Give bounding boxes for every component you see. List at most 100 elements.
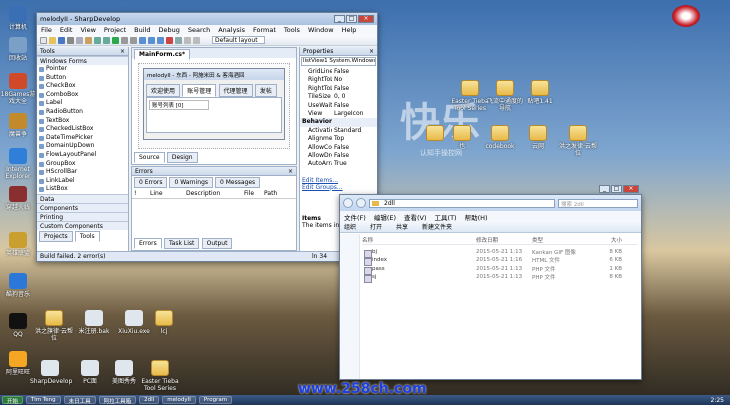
form-tab-proxy[interactable]: 代理管理 xyxy=(218,84,253,97)
property-value[interactable]: Standard xyxy=(332,127,361,135)
desktop-icon[interactable]: Internet Explorer xyxy=(0,148,38,180)
desktop-icon[interactable]: 洪之旗律·云帮位 xyxy=(34,310,74,342)
property-value[interactable]: False xyxy=(332,152,349,160)
desktop-icon[interactable]: 计算机 xyxy=(0,6,38,31)
explorer-menu-file[interactable]: 文件(F) xyxy=(344,212,366,222)
tools-category-data[interactable]: Data xyxy=(37,193,128,203)
new-folder-button[interactable]: 新建文件夹 xyxy=(422,222,452,231)
property-category-behavior[interactable]: Behavior xyxy=(300,118,377,127)
file-row[interactable]: sj 2015-05-21 1:13 PHP 文件 8 KB xyxy=(362,273,638,284)
bookmark-icon[interactable] xyxy=(166,36,173,44)
property-value[interactable]: 0, 0 xyxy=(332,93,345,101)
form-account-box[interactable]: 账号列表 [0] xyxy=(146,97,282,133)
file-row[interactable]: index 2015-05-21 1:16 HTML 文件 6 KB xyxy=(362,256,638,267)
property-value[interactable]: False xyxy=(332,68,349,76)
desktop-icon[interactable]: 18Games游戏大全 xyxy=(0,73,38,105)
explorer-menu-view[interactable]: 查看(V) xyxy=(404,212,427,222)
property-value[interactable]: False xyxy=(332,144,349,152)
desktop-icon[interactable]: 穿越火线 xyxy=(0,186,38,211)
panel-close-icon[interactable]: × xyxy=(120,48,125,55)
tab-task-list[interactable]: Task List xyxy=(164,238,200,249)
property-value[interactable]: Top xyxy=(332,135,344,143)
layout-select[interactable]: Default layout xyxy=(212,36,265,44)
desktop-icon[interactable]: 回收站 xyxy=(0,37,38,62)
minimize-button[interactable]: _ xyxy=(334,15,345,23)
form-tab-welcome[interactable]: 欢迎使用 xyxy=(146,84,181,97)
property-row[interactable]: AllowColunFalse xyxy=(300,144,377,152)
forward-button[interactable] xyxy=(356,198,366,208)
property-row[interactable]: AllowDropFalse xyxy=(300,152,377,160)
desktop-folder-icon[interactable]: 飞流中通度的导航 xyxy=(485,80,525,112)
sharpdevelop-window[interactable]: melodyII - SharpDevelop _ □ × File Edit … xyxy=(36,12,378,262)
open-icon[interactable] xyxy=(49,36,56,44)
property-row[interactable]: View LargeIcon xyxy=(300,110,377,118)
desktop-icon[interactable]: SharpDevelop xyxy=(30,360,72,385)
maximize-button[interactable]: □ xyxy=(346,15,357,23)
taskbar-item[interactable]: melodyII xyxy=(162,396,196,404)
desktop-folder-icon[interactable]: 洪之发律·云帮位 xyxy=(558,125,598,157)
organize-button[interactable]: 组织 xyxy=(344,222,356,231)
tool-item[interactable]: CheckedListBox xyxy=(37,125,128,134)
desktop-icon[interactable]: 英雄联盟 xyxy=(0,232,38,257)
errors-close-icon[interactable]: × xyxy=(288,168,293,175)
tools-category-components[interactable]: Components xyxy=(37,202,128,212)
open-button[interactable]: 打开 xyxy=(370,222,382,231)
menu-format[interactable]: Format xyxy=(253,26,276,34)
tab-projects[interactable]: Projects xyxy=(39,230,73,242)
explorer-menu-help[interactable]: 帮助(H) xyxy=(465,212,488,222)
desktop-folder-icon[interactable]: Easter Tieba Tool Series xyxy=(450,80,490,112)
taskbar-item[interactable]: 2dll xyxy=(139,396,160,404)
tool-item[interactable]: GroupBox xyxy=(37,160,128,169)
file-row[interactable]: pass 2015-05-21 1:13 PHP 文件 1 KB xyxy=(362,265,638,275)
menu-build[interactable]: Build xyxy=(134,26,150,34)
desktop-folder-icon[interactable]: 云网 xyxy=(518,125,558,150)
menu-project[interactable]: Project xyxy=(104,26,126,34)
address-bar[interactable]: 2dll xyxy=(369,198,555,208)
taskbar-item[interactable]: Tim Teng xyxy=(26,396,61,404)
filter-warnings[interactable]: 0 Warnings xyxy=(169,177,214,188)
explorer-menu-tools[interactable]: 工具(T) xyxy=(435,212,457,222)
stop-icon[interactable] xyxy=(130,36,137,44)
file-row[interactable]: bj 2015-05-21 1:13 Kankan GIF 图像 8 KB xyxy=(362,248,638,258)
col-line[interactable]: Line xyxy=(150,190,176,197)
property-value[interactable]: False xyxy=(332,102,349,110)
format-icon[interactable] xyxy=(193,36,200,44)
properties-close-icon[interactable]: × xyxy=(369,48,374,55)
redo-icon[interactable] xyxy=(103,36,110,44)
col-description[interactable]: Description xyxy=(186,190,234,197)
taskbar-item[interactable]: 未日工具 xyxy=(63,396,96,405)
property-value[interactable]: False xyxy=(332,85,349,93)
copy-icon[interactable] xyxy=(76,36,83,44)
property-row[interactable]: RightToLeftLFalse xyxy=(300,85,377,93)
property-value[interactable]: LargeIcon xyxy=(332,110,363,118)
tool-item[interactable]: TextBox xyxy=(37,117,128,126)
tool-item[interactable]: DomainUpDown xyxy=(37,142,128,151)
object-selector[interactable]: listView1 System.Windows.F xyxy=(301,57,376,66)
desktop-icon[interactable]: 酷狗音乐 xyxy=(0,273,38,298)
desktop-folder-icon[interactable]: 也 xyxy=(442,125,482,150)
tab-design[interactable]: Design xyxy=(166,152,198,163)
desktop-icon[interactable]: 米注册.bak xyxy=(74,310,114,335)
tab-errors[interactable]: Errors xyxy=(134,238,162,249)
ide-titlebar[interactable]: melodyII - SharpDevelop _ □ × xyxy=(37,13,377,25)
property-row[interactable]: UseWaitCuFalse xyxy=(300,102,377,110)
form-tab-post[interactable]: 发帖 xyxy=(254,84,277,97)
property-row[interactable]: TileSize 0, 0 xyxy=(300,93,377,101)
tab-mainform[interactable]: MainForm.cs* xyxy=(134,49,191,60)
new-icon[interactable] xyxy=(40,36,47,44)
menu-search[interactable]: Search xyxy=(188,26,210,34)
close-button[interactable]: × xyxy=(358,15,374,23)
col-type[interactable]: 类型 xyxy=(532,236,592,244)
col-file[interactable]: File xyxy=(244,190,254,197)
desktop-folder-icon[interactable]: 贴吧1.41 xyxy=(520,80,560,105)
property-value[interactable]: True xyxy=(332,160,347,168)
tool-item[interactable]: Pointer xyxy=(37,65,128,74)
explorer-close-button[interactable]: × xyxy=(623,185,639,193)
tab-output[interactable]: Output xyxy=(201,238,233,249)
menu-analysis[interactable]: Analysis xyxy=(218,26,245,34)
explorer-window[interactable]: 2dll 搜索 2dll _ □ × 文件(F) 编辑(E) 查看(V) 工具(… xyxy=(339,185,642,380)
edit-groups-link[interactable]: Edit Groups... xyxy=(300,184,377,191)
find-icon[interactable] xyxy=(175,36,182,44)
step-icon[interactable] xyxy=(139,36,146,44)
col-name[interactable]: 名称 xyxy=(362,236,476,244)
